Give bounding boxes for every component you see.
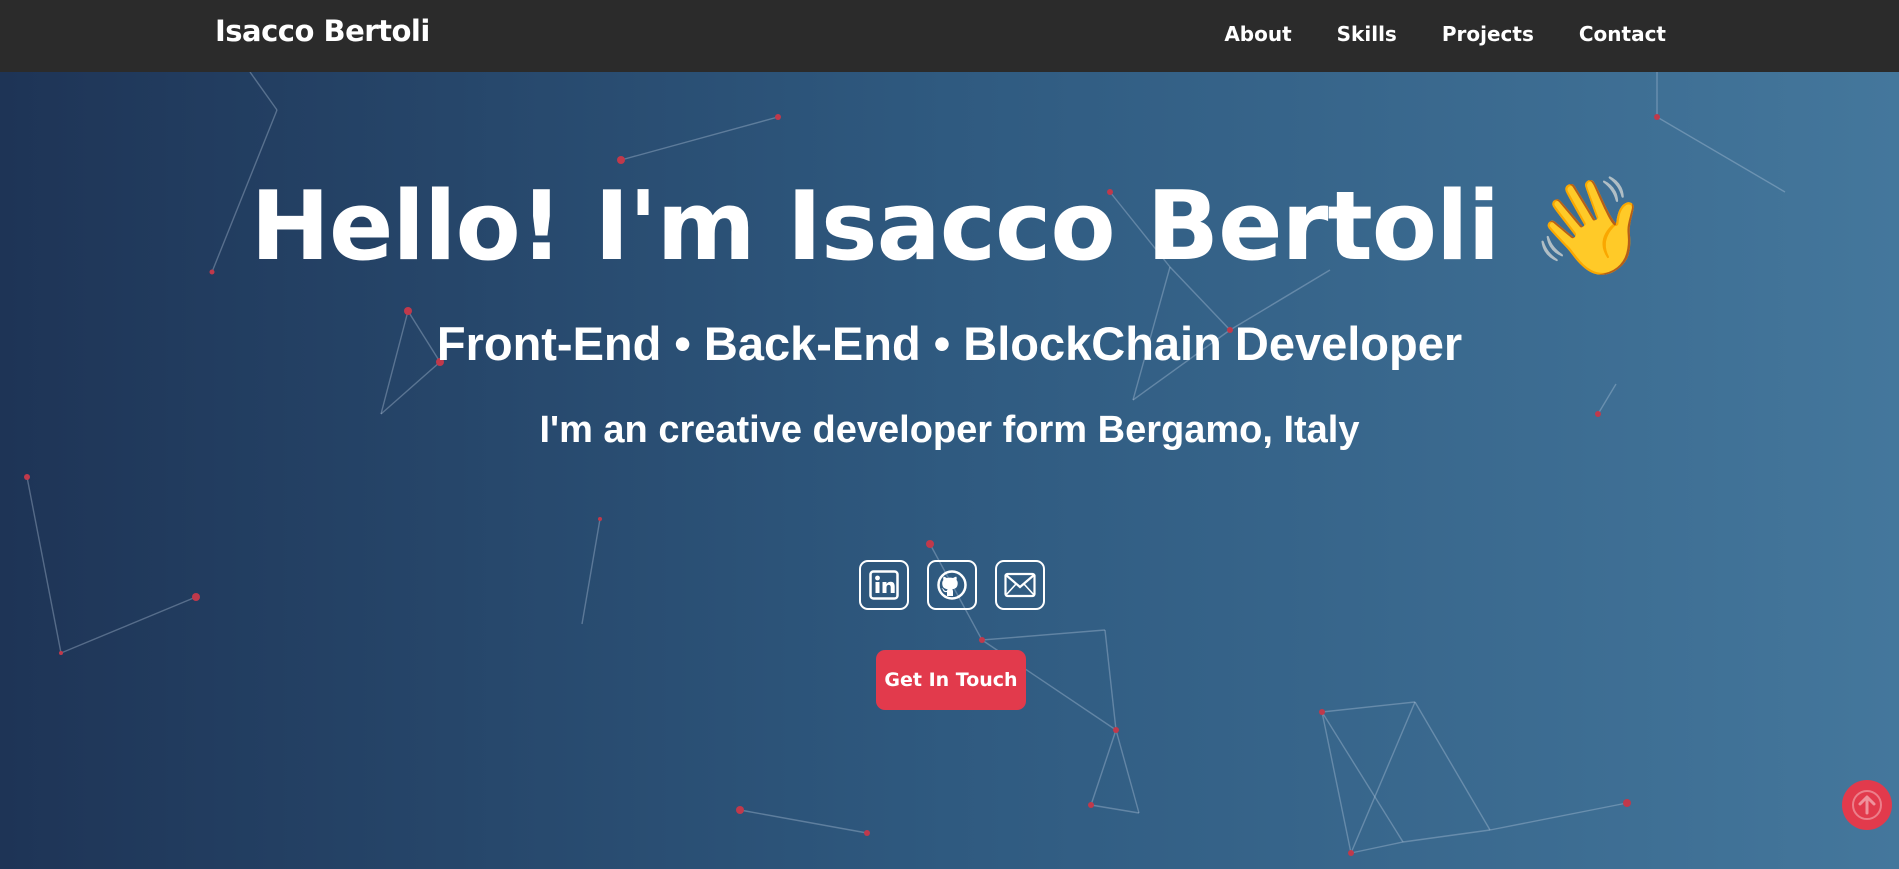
- nav-link-contact[interactable]: Contact: [1579, 22, 1666, 46]
- hero-tagline: I'm an creative developer form Bergamo, …: [539, 409, 1360, 451]
- nav-link-about[interactable]: About: [1224, 22, 1291, 46]
- linkedin-icon: [869, 570, 899, 600]
- mail-icon: [1004, 572, 1036, 598]
- arrow-up-icon: [1852, 790, 1882, 820]
- hero-title-text: Hello! I'm Isacco Bertoli: [250, 172, 1500, 282]
- linkedin-button[interactable]: [859, 560, 909, 610]
- hero-subtitle: Front-End • Back-End • BlockChain Develo…: [436, 317, 1463, 370]
- nav-link-projects[interactable]: Projects: [1442, 22, 1534, 46]
- get-in-touch-button[interactable]: Get In Touch: [876, 650, 1026, 710]
- hero-section: Hello! I'm Isacco Bertoli 👋 Front-End • …: [0, 72, 1899, 869]
- github-button[interactable]: [927, 560, 977, 610]
- github-icon: [937, 570, 967, 600]
- social-links: [859, 560, 1045, 610]
- nav-link-skills[interactable]: Skills: [1337, 22, 1397, 46]
- navbar: Isacco Bertoli About Skills Projects Con…: [0, 0, 1899, 72]
- email-button[interactable]: [995, 560, 1045, 610]
- brand-logo[interactable]: Isacco Bertoli: [215, 14, 430, 48]
- hero-title: Hello! I'm Isacco Bertoli 👋: [0, 172, 1899, 283]
- nav-links: About Skills Projects Contact: [1224, 22, 1666, 46]
- scroll-to-top-button[interactable]: [1842, 780, 1892, 830]
- waving-hand-icon: 👋: [1531, 172, 1649, 282]
